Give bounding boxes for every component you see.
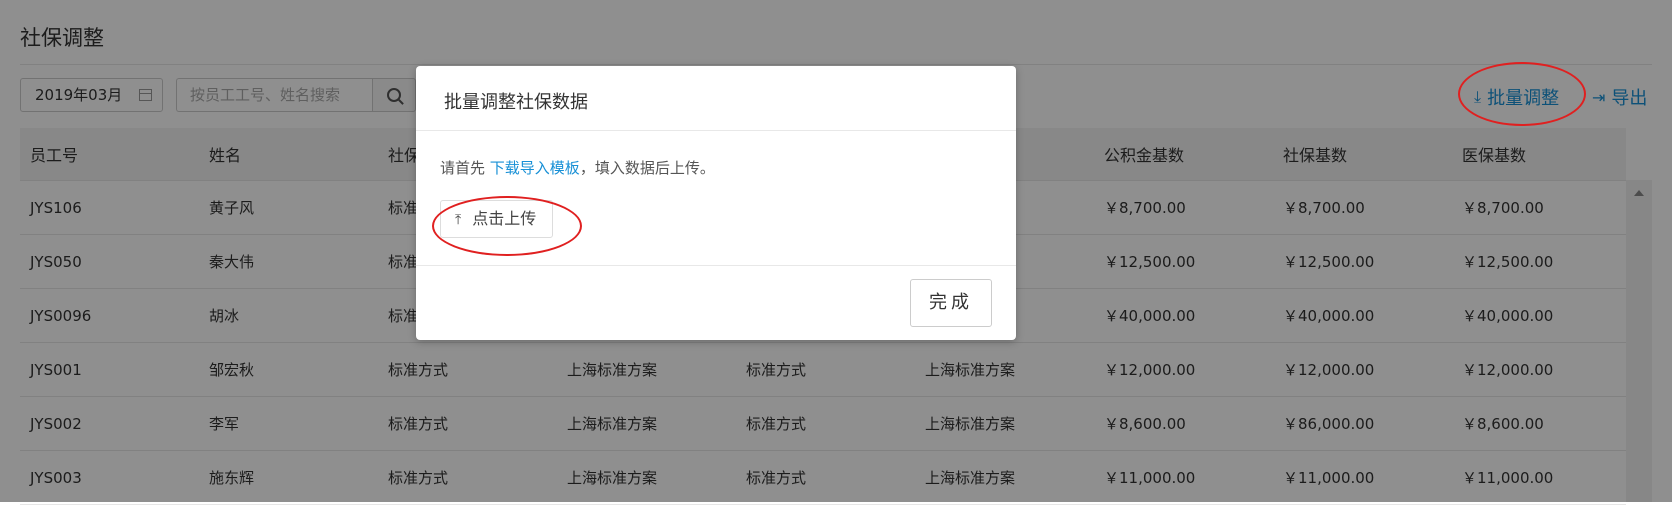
modal-footer: 完成 <box>416 266 1016 340</box>
download-template-link[interactable]: 下载导入模板 <box>490 159 580 177</box>
hint-prefix: 请首先 <box>440 159 486 177</box>
done-button[interactable]: 完成 <box>910 279 992 327</box>
upload-hint: 请首先 下载导入模板，填入数据后上传。 <box>440 157 1016 178</box>
annotation-circle-batch-adjust <box>1458 62 1586 126</box>
annotation-circle-upload <box>432 196 582 256</box>
modal-title: 批量调整社保数据 <box>416 66 1016 131</box>
hint-suffix: ，填入数据后上传。 <box>579 159 715 177</box>
